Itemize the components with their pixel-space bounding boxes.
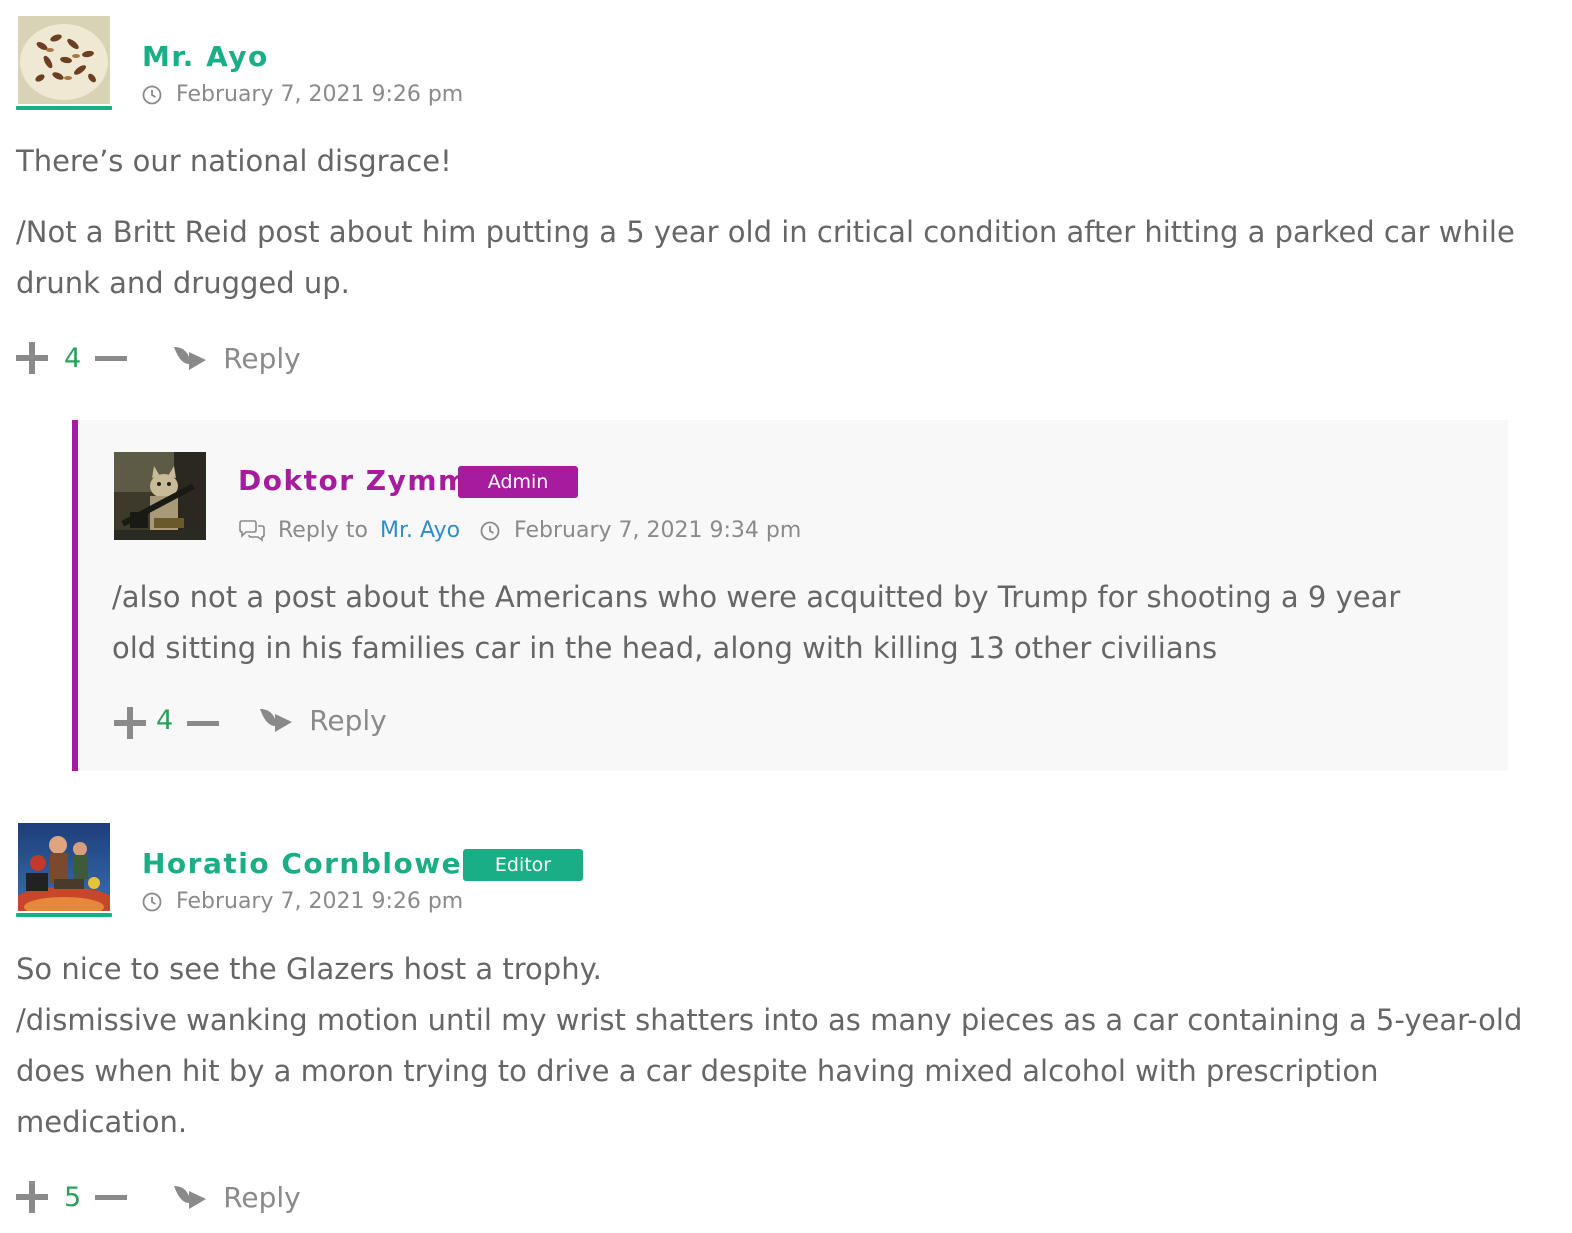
comment-paragraph: There’s our national disgrace! — [16, 144, 452, 178]
timestamp[interactable]: February 7, 2021 9:26 pm — [176, 889, 463, 914]
comment-body: There’s our national disgrace! /Not a Br… — [16, 136, 1516, 309]
reply-button[interactable]: Reply — [173, 342, 301, 375]
admin-badge: Admin — [458, 466, 578, 498]
comment-actions: 4 Reply — [16, 338, 301, 378]
reply-comment-doktor-zymm: Doktor Zymm Admin Reply to Mr. Ayo Febru… — [72, 420, 1508, 771]
reply-button[interactable]: Reply — [173, 1181, 301, 1214]
avatar[interactable] — [18, 823, 110, 911]
author-name[interactable]: Doktor Zymm — [238, 464, 469, 497]
reply-arrow-icon — [174, 1186, 207, 1209]
clock-icon — [142, 85, 162, 105]
vote-count: 5 — [64, 1181, 82, 1213]
plus-icon[interactable] — [114, 707, 146, 739]
timestamp[interactable]: February 7, 2021 9:26 pm — [176, 82, 463, 107]
editor-badge: Editor — [463, 849, 583, 881]
author-name[interactable]: Horatio Cornblower — [142, 847, 477, 880]
vote-count: 4 — [156, 704, 174, 736]
reply-label: Reply — [309, 703, 387, 737]
comment-meta: February 7, 2021 9:26 pm — [142, 82, 463, 107]
minus-icon[interactable] — [95, 342, 128, 374]
reply-button[interactable]: Reply — [259, 704, 387, 737]
avatar-underline — [16, 913, 112, 917]
avatar[interactable] — [114, 452, 206, 540]
vote-count: 4 — [64, 342, 82, 374]
comment-meta: February 7, 2021 9:26 pm — [142, 889, 463, 914]
comment-body: /also not a post about the Americans who… — [112, 572, 1452, 674]
comment-actions: 5 Reply — [16, 1177, 301, 1217]
comment-meta: Reply to Mr. Ayo February 7, 2021 9:34 p… — [238, 518, 801, 543]
comment-paragraph: /Not a Britt Reid post about him putting… — [16, 215, 1515, 300]
avatar-underline — [16, 106, 112, 110]
speech-bubbles-icon — [238, 519, 266, 542]
minus-icon[interactable] — [187, 707, 220, 733]
author-name[interactable]: Mr. Ayo — [142, 40, 269, 73]
comment-paragraph: So nice to see the Glazers host a trophy… — [16, 952, 602, 986]
clock-icon — [480, 521, 500, 541]
comment-paragraph: /dismissive wanking motion until my wris… — [16, 1003, 1523, 1139]
reply-arrow-icon — [260, 709, 293, 732]
avatar[interactable] — [18, 16, 110, 104]
plus-icon[interactable] — [16, 342, 48, 374]
minus-icon[interactable] — [95, 1181, 128, 1213]
reply-to-label: Reply to — [278, 518, 369, 543]
reply-label: Reply — [223, 341, 301, 375]
clock-icon — [142, 892, 162, 912]
timestamp[interactable]: February 7, 2021 9:34 pm — [514, 518, 801, 543]
comment-actions: 4 Reply — [114, 700, 387, 740]
plus-icon[interactable] — [16, 1181, 48, 1213]
reply-arrow-icon — [174, 347, 207, 370]
reply-to-author-link[interactable]: Mr. Ayo — [380, 518, 460, 543]
comment-paragraph: /also not a post about the Americans who… — [112, 580, 1401, 665]
comment-body: So nice to see the Glazers host a trophy… — [16, 944, 1526, 1148]
reply-label: Reply — [223, 1180, 301, 1214]
